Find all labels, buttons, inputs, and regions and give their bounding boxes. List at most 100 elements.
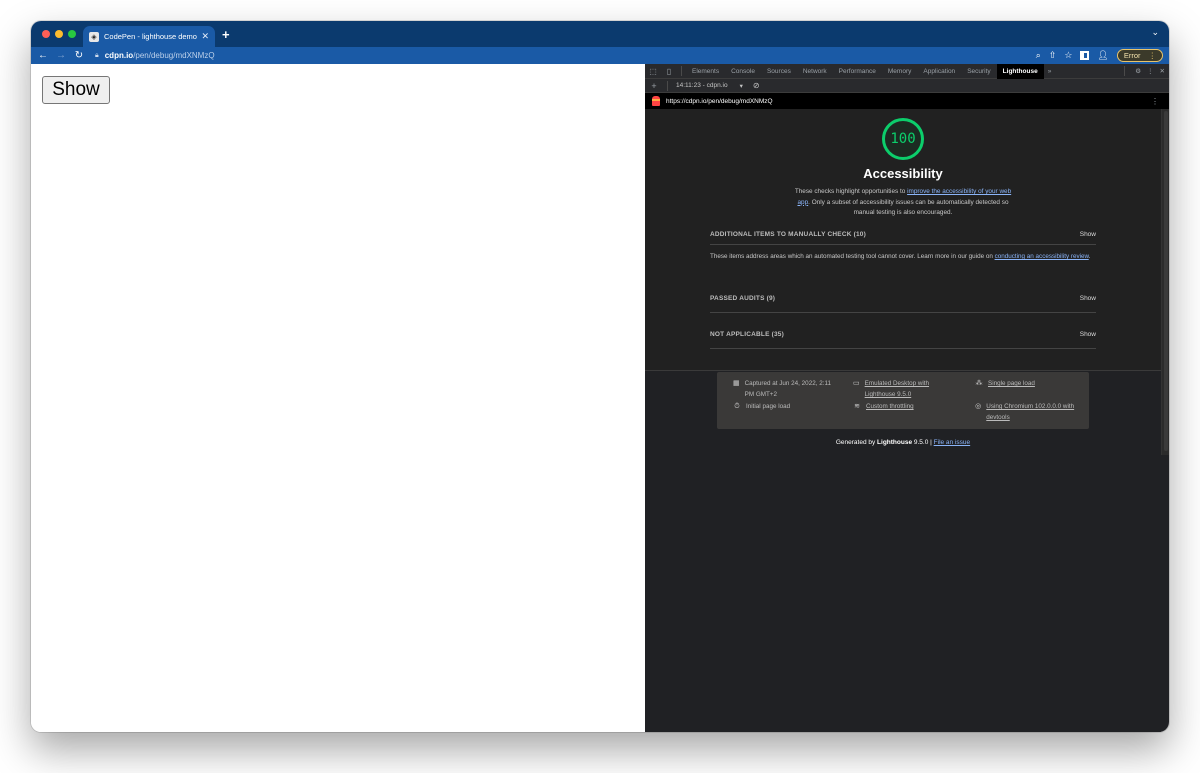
footer-text: Generated by: [835, 439, 878, 446]
report-footer: Generated by Lighthouse 9.5.0 | File an …: [645, 439, 1161, 446]
dropdown-arrow-icon: ▾: [739, 82, 743, 90]
calendar-icon: ▦: [733, 380, 740, 387]
devtools-panel: ⬚ ▯ Elements Console Sources Network Per…: [645, 63, 1169, 732]
close-tab-icon[interactable]: ✕: [201, 31, 209, 42]
captured-text: Captured at Jun 24, 2022, 2:11 PM GMT+2: [744, 380, 831, 398]
minimize-window-button[interactable]: [55, 30, 63, 38]
devtools-tab-lighthouse[interactable]: Lighthouse: [996, 63, 1044, 79]
share-icon[interactable]: ⇧: [1049, 50, 1057, 61]
emulated-device: ▭ Emulated Desktop with Lighthouse 9.5.0: [853, 378, 948, 400]
throttling: ≋ Custom throttling: [853, 401, 914, 412]
address-bar[interactable]: 🔒︎ cdpn.io /pen/debug/mdXNMzQ: [95, 48, 1015, 63]
wifi-icon: ≋: [854, 403, 860, 410]
address-path: /pen/debug/mdXNMzQ: [133, 51, 215, 60]
emulated-link[interactable]: Emulated Desktop with Lighthouse 9.5.0: [865, 378, 948, 400]
runtime-settings: ▦ Captured at Jun 24, 2022, 2:11 PM GMT+…: [717, 372, 1089, 429]
category-section: 100 Accessibility These checks highlight…: [645, 109, 1161, 371]
show-toggle[interactable]: Show: [1080, 231, 1096, 238]
settings-gear-icon[interactable]: ⚙: [1135, 67, 1141, 75]
divider: [710, 348, 1096, 349]
devtools-tab-security[interactable]: Security: [961, 64, 996, 79]
lighthouse-report: 100 Accessibility These checks highlight…: [645, 109, 1161, 732]
devtools-tab-memory[interactable]: Memory: [882, 64, 917, 79]
report-url: https://cdpn.io/pen/debug/mdXNMzQ: [666, 97, 773, 105]
report-menu-icon[interactable]: ⋮: [1151, 97, 1159, 106]
maximize-window-button[interactable]: [68, 30, 76, 38]
clear-reports-icon[interactable]: ⊘: [753, 81, 760, 90]
new-tab-button[interactable]: +: [222, 27, 230, 42]
browser-version: ◎ Using Chromium 102.0.0.0 with devtools: [975, 401, 1075, 423]
chrome-icon: ◎: [975, 403, 982, 410]
bookmark-star-icon[interactable]: ☆: [1064, 50, 1072, 61]
lock-icon: 🔒︎: [95, 51, 99, 59]
reload-button[interactable]: ↻: [70, 50, 88, 61]
report-url-bar: https://cdpn.io/pen/debug/mdXNMzQ ⋮: [645, 93, 1169, 109]
devtools-tab-elements[interactable]: Elements: [686, 64, 725, 79]
footer-version: 9.5.0 |: [912, 439, 934, 446]
more-tabs-icon[interactable]: »: [1044, 68, 1056, 75]
session-type: ⁂ Single page load: [975, 378, 1035, 389]
codepen-icon: ◈: [89, 31, 99, 42]
group-header[interactable]: PASSED AUDITS (9) Show: [710, 290, 1096, 306]
tab-strip: ◈ CodePen - lighthouse demo ✕ + ⌄: [31, 21, 1169, 47]
side-panel-icon[interactable]: [1080, 51, 1090, 60]
file-issue-link[interactable]: File an issue: [934, 439, 971, 446]
tab-search-icon[interactable]: ⌄: [1151, 27, 1159, 38]
zoom-icon[interactable]: ⌕: [1036, 50, 1041, 61]
forward-button[interactable]: →: [52, 50, 70, 61]
close-window-button[interactable]: [42, 30, 50, 38]
report-select-value: 14:11:23 - cdpn.io: [676, 82, 728, 89]
lighthouse-logo-icon: [652, 96, 660, 106]
scrollbar-thumb[interactable]: [1164, 111, 1168, 451]
report-scrollbar[interactable]: [1161, 109, 1169, 455]
session-link[interactable]: Single page load: [988, 378, 1035, 389]
profile-icon[interactable]: 👤︎: [1097, 50, 1108, 61]
description-text: .: [1088, 253, 1091, 260]
description-text: These items address areas which an autom…: [710, 253, 995, 260]
show-toggle[interactable]: Show: [1080, 295, 1096, 302]
timer-icon: ⏱︎: [734, 403, 740, 410]
devtools-tab-application[interactable]: Application: [917, 64, 961, 79]
devtools-tab-sources[interactable]: Sources: [761, 64, 797, 79]
report-select[interactable]: 14:11:23 - cdpn.io ▾: [676, 82, 743, 90]
devtools-tab-console[interactable]: Console: [725, 64, 761, 79]
description-text: . Only a subset of accessibility issues …: [808, 198, 1009, 217]
devtools-tab-network[interactable]: Network: [797, 64, 833, 79]
passed-audits-group: PASSED AUDITS (9) Show: [710, 290, 1096, 313]
group-description: These items address areas which an autom…: [710, 252, 1096, 263]
browser-toolbar: ← → ↻ 🔒︎ cdpn.io /pen/debug/mdXNMzQ ⌕ ⇧ …: [31, 47, 1169, 64]
group-title: PASSED AUDITS (9): [710, 294, 776, 302]
show-toggle[interactable]: Show: [1080, 331, 1096, 338]
category-description: These checks highlight opportunities to …: [793, 187, 1013, 219]
score-gauge: 100: [882, 118, 924, 160]
browser-tab[interactable]: ◈ CodePen - lighthouse demo ✕: [83, 26, 215, 47]
page-load-mode: ⏱︎ Initial page load: [733, 401, 790, 412]
error-label: Error: [1123, 51, 1141, 60]
session-icon: ⁂: [975, 380, 983, 387]
manual-check-group: ADDITIONAL ITEMS TO MANUALLY CHECK (10) …: [710, 226, 1096, 263]
accessibility-review-link[interactable]: conducting an accessibility review: [995, 253, 1089, 260]
group-header[interactable]: NOT APPLICABLE (35) Show: [710, 326, 1096, 342]
devtools-tab-performance[interactable]: Performance: [833, 64, 882, 79]
description-text: These checks highlight opportunities to: [794, 188, 908, 195]
devtools-menu-icon[interactable]: ⋮: [1147, 67, 1154, 75]
back-button[interactable]: ←: [34, 50, 52, 61]
browser-link[interactable]: Using Chromium 102.0.0.0 with devtools: [986, 401, 1075, 423]
device-toolbar-icon[interactable]: ▯: [661, 67, 677, 76]
show-button[interactable]: Show: [42, 76, 110, 104]
divider: [681, 66, 682, 76]
throttling-link[interactable]: Custom throttling: [866, 401, 914, 412]
close-devtools-icon[interactable]: ✕: [1160, 67, 1165, 75]
group-header[interactable]: ADDITIONAL ITEMS TO MANUALLY CHECK (10) …: [710, 226, 1096, 242]
score-value: 100: [890, 131, 916, 147]
error-button[interactable]: Error ⋮: [1116, 49, 1163, 62]
footer-tool: Lighthouse: [877, 439, 913, 446]
inspect-element-icon[interactable]: ⬚: [645, 67, 661, 76]
browser-window: ◈ CodePen - lighthouse demo ✕ + ⌄ ← → ↻ …: [31, 21, 1169, 732]
address-host: cdpn.io: [104, 51, 134, 60]
tab-title: CodePen - lighthouse demo: [104, 32, 197, 41]
load-text: Initial page load: [746, 403, 791, 410]
group-title: NOT APPLICABLE (35): [710, 330, 784, 338]
divider: [710, 312, 1096, 313]
new-report-icon[interactable]: +: [645, 81, 663, 91]
